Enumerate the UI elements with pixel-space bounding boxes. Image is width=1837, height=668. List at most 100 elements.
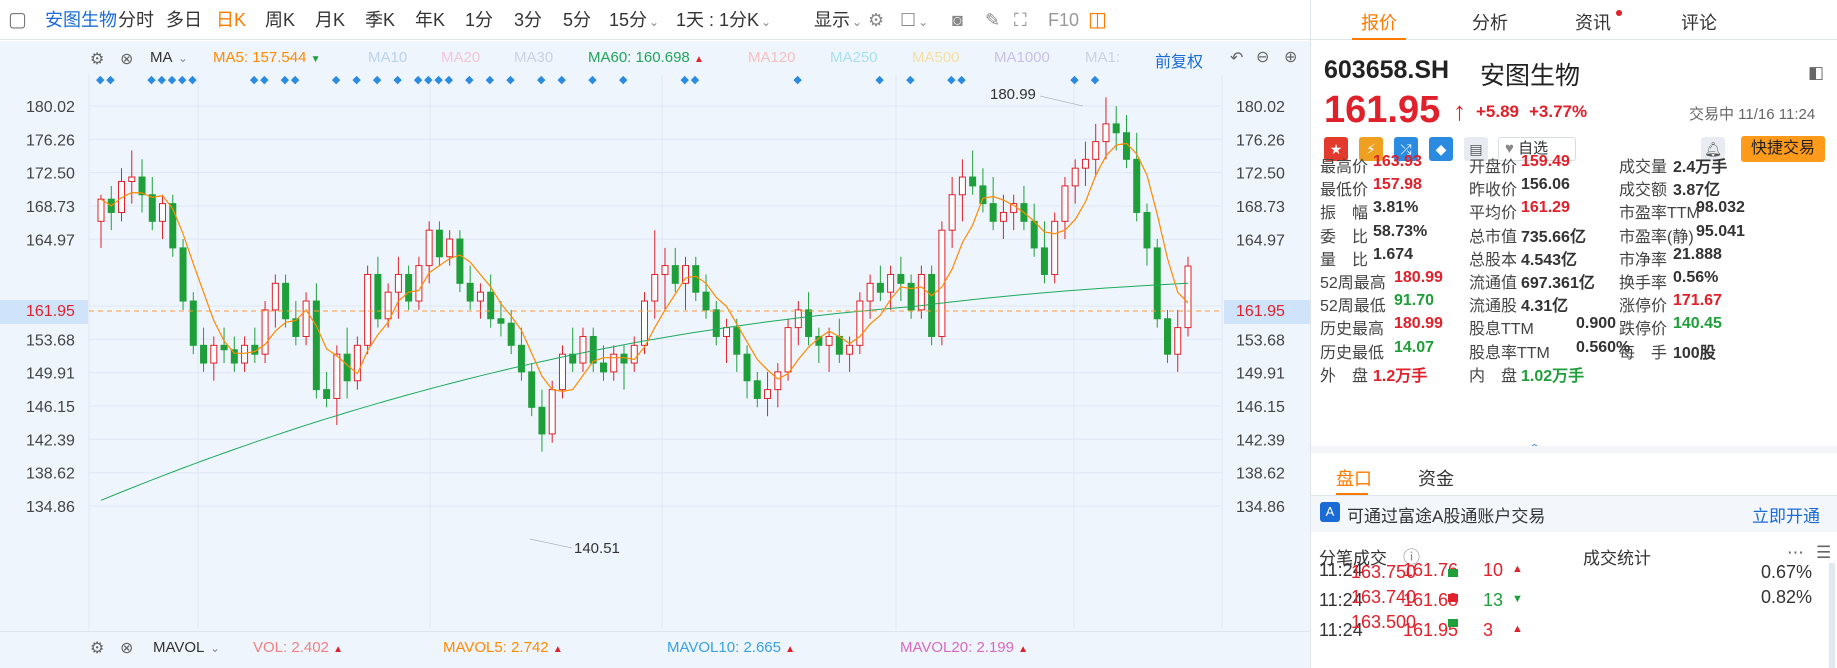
tab-weekly-k[interactable]: 周K: [265, 9, 295, 31]
layout-panel-icon[interactable]: ◫: [1088, 9, 1107, 31]
drawing-box-icon[interactable]: ☐ ⌄: [900, 9, 928, 33]
candle-body: [425, 229, 433, 267]
mavol20-value: 2.199: [976, 639, 1014, 656]
current-price-tag-right: 161.95: [1224, 300, 1310, 324]
mavol5-value: 2.742: [511, 639, 549, 656]
candle-body: [1092, 141, 1100, 160]
signal-marker: ◆: [465, 74, 474, 86]
stat-price: 163.500: [1351, 612, 1417, 632]
open-account-link[interactable]: 立即开通: [1752, 502, 1820, 527]
tab-5min[interactable]: 5分: [563, 9, 591, 31]
f10-button[interactable]: F10: [1048, 9, 1079, 31]
stat-value: 180.99: [1394, 269, 1443, 286]
tab-monthly-k[interactable]: 月K: [315, 9, 345, 31]
tab-3min[interactable]: 3分: [514, 9, 542, 31]
stat-value: 161.29: [1521, 199, 1570, 217]
scrollbar[interactable]: [1829, 563, 1835, 668]
tab-order-book[interactable]: 盘口: [1336, 465, 1372, 491]
candle-body: [989, 203, 997, 222]
tab-intraday[interactable]: 分时: [118, 9, 154, 31]
candle-body: [353, 344, 361, 382]
candle-body: [384, 291, 392, 320]
price-up-arrow-icon: ↑: [1453, 96, 1466, 126]
stat-value: 58.73%: [1373, 222, 1428, 240]
tab-yearly-k[interactable]: 年K: [415, 9, 445, 31]
candle-body: [548, 389, 556, 435]
volume-divider: [0, 631, 1310, 632]
tab-quarterly-k[interactable]: 季K: [365, 9, 395, 31]
display-menu[interactable]: 显示 ⌄: [814, 9, 862, 33]
vol-type-select[interactable]: MAVOL ⌄: [153, 639, 220, 656]
stat-label: 流通股: [1469, 298, 1518, 316]
chevron-down-icon: ⌄: [649, 15, 660, 29]
candle-body: [241, 344, 249, 364]
tag-icon[interactable]: ◆: [1429, 137, 1453, 161]
stat-value: 21.888: [1673, 245, 1722, 263]
candle-body: [538, 406, 546, 435]
quick-trade-button[interactable]: 快捷交易: [1741, 136, 1825, 162]
price-axis-label-right: 134.86: [1236, 499, 1285, 516]
candle-body: [558, 353, 566, 391]
candle-body: [374, 273, 382, 320]
stat-price: 163.750: [1351, 562, 1417, 582]
tab-1min[interactable]: 1分: [465, 9, 493, 31]
up-triangle-icon: ▲: [333, 644, 343, 655]
tab-comments[interactable]: 评论: [1681, 9, 1717, 35]
stat-label: 量 比: [1320, 251, 1369, 269]
signal-marker: ◆: [332, 74, 341, 86]
stat-value: 95.041: [1696, 222, 1745, 240]
up-triangle-icon: ▲: [1018, 644, 1029, 655]
vol-readout: VOL: 2.402 ▲: [253, 639, 343, 656]
signal-marker: ◆: [188, 74, 197, 86]
fullscreen-icon[interactable]: ⛶: [1014, 9, 1027, 31]
chevron-down-icon: ⌄: [852, 15, 863, 29]
vol-close-icon[interactable]: ⊗: [120, 638, 133, 658]
a-share-icon: A: [1320, 502, 1340, 522]
signal-marker: ◆: [537, 74, 546, 86]
pen-icon[interactable]: ✎: [985, 9, 1000, 31]
tab-quote[interactable]: 报价: [1361, 9, 1397, 35]
more-options-icon[interactable]: ⋯: [1787, 543, 1804, 563]
candle-body: [1153, 247, 1161, 320]
price-axis-label-right: 180.02: [1236, 99, 1285, 116]
tab-15min-label: 15分: [609, 10, 648, 30]
tab-capital-flow[interactable]: 资金: [1418, 465, 1454, 491]
settings-gear-icon[interactable]: ⚙: [868, 9, 884, 31]
tab-15min[interactable]: 15分 ⌄: [609, 9, 659, 33]
price-axis-label-left: 172.50: [26, 166, 75, 183]
candlestick-chart[interactable]: ◆ ◆ ◆ ◆ ◆ ◆ ◆ ◆ ◆ ◆ ◆ ◆ ◆ ◆ ◆ ◆ ◆ ◆ ◆ ◆ ◆ ◆ ◆ ◆ ◆ ◆ ◆ ◆ ◆ ◆ ◆ ◆ ◆ ◆ ◆ 180.…: [0, 41, 1310, 631]
signal-marker: ◆: [957, 74, 966, 86]
stat-price: 163.740: [1351, 587, 1417, 607]
signal-marker: ◆: [352, 74, 361, 86]
candle-body: [517, 344, 525, 373]
stat-label: 最高价: [1320, 159, 1369, 176]
candle-body: [661, 265, 669, 275]
vol-type-label: MAVOL: [153, 639, 204, 656]
signal-marker: ◆: [691, 74, 700, 86]
signal-marker: ◆: [445, 74, 454, 86]
stock-name-tab[interactable]: 安图生物: [45, 9, 117, 31]
stat-value: 1.02万手: [1521, 367, 1585, 385]
candle-body: [1030, 220, 1038, 249]
signal-marker: ◆: [681, 74, 690, 86]
price-axis-label-right: 149.91: [1236, 366, 1285, 383]
stat-value: 735.66亿: [1521, 228, 1586, 246]
period-select[interactable]: 1天 : 1分K ⌄: [676, 9, 771, 33]
price-change-pct: +3.77%: [1529, 102, 1588, 121]
candle-body: [774, 371, 782, 391]
tab-daily-k[interactable]: 日K: [216, 9, 246, 31]
signal-marker: ◆: [393, 74, 402, 86]
tab-multiday[interactable]: 多日: [166, 9, 202, 31]
side-panel-icon[interactable]: ◧: [1808, 63, 1824, 83]
signal-marker: ◆: [281, 74, 290, 86]
candle-body: [856, 300, 864, 346]
camera-icon[interactable]: ◙: [952, 9, 963, 31]
price-axis-label-left: 149.91: [26, 366, 75, 383]
tab-news[interactable]: 资讯: [1575, 9, 1611, 35]
signal-marker: ◆: [793, 74, 802, 86]
candle-body: [733, 327, 741, 355]
vol-settings-gear-icon[interactable]: ⚙: [90, 638, 104, 658]
tab-analysis[interactable]: 分析: [1472, 9, 1508, 35]
list-view-icon[interactable]: ☰: [1816, 543, 1831, 563]
sidebar-toggle-icon[interactable]: ▢: [8, 9, 27, 31]
